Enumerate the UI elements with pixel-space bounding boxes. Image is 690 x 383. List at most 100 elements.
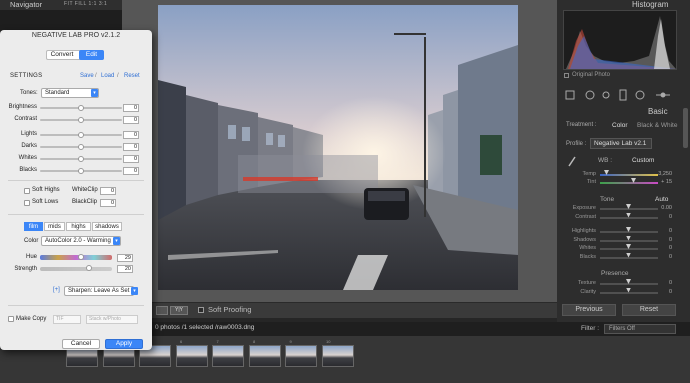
apply-button[interactable]: Apply — [105, 339, 143, 349]
basic-panel-title[interactable]: Basic — [648, 107, 668, 116]
slider-value-brightness[interactable]: 0 — [123, 104, 139, 112]
before-after-button[interactable]: Y|Y — [170, 306, 188, 315]
slider-shadows[interactable] — [600, 239, 658, 242]
histogram-title[interactable]: Histogram — [632, 0, 668, 9]
reset-link[interactable]: Reset — [124, 73, 140, 79]
sharpen-expand-button[interactable]: [+] — [53, 287, 60, 293]
chevron-down-icon[interactable]: ▾ — [113, 237, 120, 245]
tint-slider[interactable] — [600, 182, 658, 184]
value-contrast[interactable]: 0 — [652, 214, 672, 220]
chevron-down-icon[interactable]: ▾ — [91, 89, 98, 97]
slider-whites[interactable] — [600, 248, 658, 250]
value-texture[interactable]: 0 — [652, 280, 672, 286]
soft-proofing-label: Soft Proofing — [208, 305, 252, 314]
adjustment-brush-icon[interactable] — [656, 92, 670, 98]
redeye-tool-icon[interactable] — [619, 89, 627, 101]
sharpen-select[interactable]: Sharpen: Leave As Set — [64, 286, 134, 296]
view-mode-button[interactable] — [156, 306, 168, 315]
navigator-zoom-options[interactable]: FIT FILL 1:1 3:1 — [64, 1, 107, 7]
wb-eyedropper-icon[interactable] — [567, 155, 577, 169]
clip-value[interactable]: 0 — [100, 199, 116, 207]
slider-value-contrast[interactable]: 0 — [123, 116, 139, 124]
slider-knob-whites[interactable] — [78, 156, 84, 162]
slider-knob-brightness[interactable] — [78, 105, 84, 111]
value-highlights[interactable]: 0 — [652, 228, 672, 234]
load-link[interactable]: Load — [101, 73, 114, 79]
filmstrip-thumbnail[interactable] — [321, 345, 354, 367]
filmstrip-thumbnail[interactable] — [212, 345, 244, 367]
tab-convert[interactable]: Convert — [46, 50, 78, 60]
temp-value[interactable]: 3,250 — [652, 171, 672, 177]
slider-label-whites: Whites — [18, 155, 37, 161]
slider-knob-blacks[interactable] — [78, 168, 84, 174]
checkbox-soft-lows[interactable] — [24, 200, 30, 206]
value-shadows[interactable]: 0 — [652, 237, 672, 243]
filmstrip-info[interactable]: 0 photos /1 selected /raw0003.dng — [155, 324, 254, 331]
checkbox-soft-highs[interactable] — [24, 188, 30, 194]
thumbnail-number: 8 — [253, 339, 256, 344]
original-photo-checkbox[interactable] — [564, 73, 569, 78]
subtab-mids[interactable]: mids — [44, 222, 65, 231]
filmstrip-thumbnail[interactable] — [175, 345, 208, 367]
grid-tool-icon[interactable] — [565, 90, 575, 100]
slider-blacks[interactable] — [600, 256, 658, 259]
value-clarity[interactable]: 0 — [652, 289, 672, 295]
hue-slider-knob[interactable] — [78, 254, 84, 260]
subtab-shadows[interactable]: shadows — [92, 222, 122, 231]
slider-label-darks: Darks — [21, 143, 37, 149]
slider-value-whites[interactable]: 0 — [123, 155, 139, 163]
value-exposure[interactable]: 0.00 — [652, 205, 672, 211]
soft-proofing-checkbox[interactable] — [198, 307, 204, 313]
slider-exposure[interactable] — [600, 208, 658, 210]
tab-edit[interactable]: Edit — [79, 50, 104, 60]
filter-select[interactable]: Filters Off — [604, 324, 676, 334]
value-blacks[interactable]: 0 — [652, 254, 672, 260]
slider-clarity[interactable] — [600, 291, 658, 294]
filmstrip-thumbnail[interactable] — [248, 345, 281, 367]
slider-knob-contrast[interactable] — [78, 117, 84, 123]
strength-slider-knob[interactable] — [86, 265, 92, 271]
clip-value[interactable]: 0 — [100, 187, 116, 195]
hue-value[interactable]: 29 — [117, 254, 133, 262]
reset-button[interactable]: Reset — [622, 304, 676, 316]
wb-label: WB : — [598, 157, 613, 164]
profile-select[interactable]: Negative Lab v2.1 — [590, 138, 652, 149]
color-model-select[interactable]: AutoColor 2.0 - Warming — [41, 236, 121, 246]
slider-knob-lights[interactable] — [78, 132, 84, 138]
cancel-button[interactable]: Cancel — [62, 339, 100, 349]
copy-stack-select[interactable]: Stack w/Photo — [86, 315, 138, 324]
value-whites[interactable]: 0 — [652, 245, 672, 251]
strength-slider[interactable] — [40, 267, 112, 271]
spot-removal-icon[interactable] — [602, 91, 610, 99]
slider-contrast[interactable] — [600, 216, 658, 219]
slider-highlights[interactable] — [600, 231, 658, 233]
tint-value[interactable]: + 15 — [652, 179, 672, 185]
subtab-highs[interactable]: highs — [66, 222, 91, 231]
save-link[interactable]: Save — [80, 73, 94, 79]
right-panel-scrollbar[interactable] — [683, 108, 688, 148]
make-copy-checkbox[interactable] — [8, 316, 14, 322]
slider-texture[interactable] — [600, 283, 658, 285]
label-shadows: Shadows — [573, 236, 596, 243]
slider-value-lights[interactable]: 0 — [123, 131, 139, 139]
clip-label: BlackClip — [72, 199, 98, 205]
chevron-down-icon[interactable]: ▾ — [131, 287, 138, 295]
treatment-color-option[interactable]: Color — [612, 122, 628, 129]
filmstrip-thumbnail[interactable] — [285, 345, 317, 367]
histogram — [563, 10, 677, 70]
previous-button[interactable]: Previous — [562, 304, 616, 316]
auto-tone-button[interactable]: Auto — [655, 196, 668, 203]
subtab-film[interactable]: film — [24, 222, 43, 231]
strength-value[interactable]: 20 — [117, 265, 133, 273]
slider-knob-darks[interactable] — [78, 144, 84, 150]
copy-format-select[interactable]: TIF — [53, 315, 81, 324]
treatment-bw-option[interactable]: Black & White — [637, 122, 677, 129]
temp-slider[interactable] — [600, 174, 658, 176]
slider-value-darks[interactable]: 0 — [123, 143, 139, 151]
crop-tool-icon[interactable] — [585, 90, 595, 100]
graduated-filter-icon[interactable] — [635, 90, 645, 100]
main-photo[interactable] — [158, 5, 518, 290]
slider-value-blacks[interactable]: 0 — [123, 167, 139, 175]
hue-slider[interactable] — [40, 255, 112, 260]
wb-select[interactable]: Custom — [632, 157, 654, 164]
